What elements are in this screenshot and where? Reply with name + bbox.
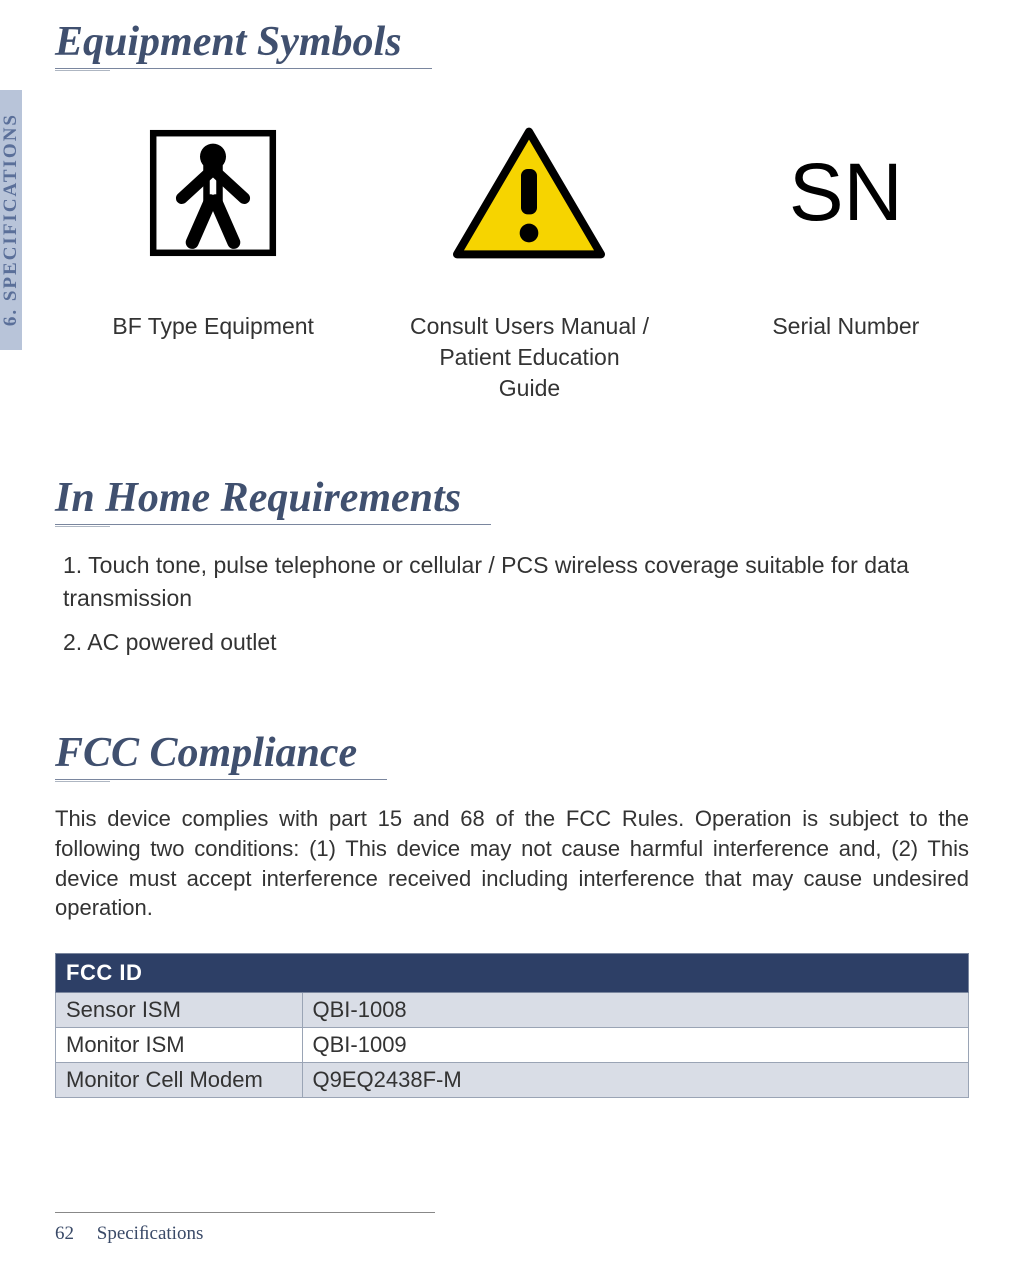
fcc-table-header: FCC ID xyxy=(56,953,969,992)
fcc-row-value: QBI-1008 xyxy=(302,992,969,1027)
table-row: Monitor ISM QBI-1009 xyxy=(56,1027,969,1062)
symbol-consult-manual: Consult Users Manual / Patient Education… xyxy=(406,123,652,404)
table-row: Monitor Cell Modem Q9EQ2438F-M xyxy=(56,1062,969,1097)
symbol-bf-type: BF Type Equipment xyxy=(90,123,336,404)
heading-equipment-symbols: Equipment Symbols xyxy=(55,18,432,69)
fcc-row-name: Monitor Cell Modem xyxy=(56,1062,303,1097)
symbol-bf-label: BF Type Equipment xyxy=(112,311,314,342)
sn-text: SN xyxy=(789,146,903,240)
requirement-item: 2. AC powered outlet xyxy=(63,626,969,659)
table-row: Sensor ISM QBI-1008 xyxy=(56,992,969,1027)
fcc-row-name: Sensor ISM xyxy=(56,992,303,1027)
chapter-tab: 6. SPECIFICATIONS xyxy=(0,90,22,350)
sn-glyph: SN xyxy=(789,123,903,263)
footer-label: Speciﬁcations xyxy=(97,1223,204,1244)
heading-rule-left xyxy=(55,781,110,782)
page-number: 62 xyxy=(55,1223,74,1244)
fcc-id-table: FCC ID Sensor ISM QBI-1008 Monitor ISM Q… xyxy=(55,953,969,1098)
fcc-body-text: This device complies with part 15 and 68… xyxy=(55,804,969,923)
heading-rule-left xyxy=(55,526,110,527)
fcc-row-value: QBI-1009 xyxy=(302,1027,969,1062)
symbol-serial-number: SN Serial Number xyxy=(723,123,969,404)
fcc-row-name: Monitor ISM xyxy=(56,1027,303,1062)
fcc-row-value: Q9EQ2438F-M xyxy=(302,1062,969,1097)
heading-in-home: In Home Requirements xyxy=(55,474,491,525)
section-in-home-requirements: In Home Requirements 1. Touch tone, puls… xyxy=(55,474,969,659)
warning-triangle-icon xyxy=(449,123,609,263)
requirement-item: 1. Touch tone, pulse telephone or cellul… xyxy=(63,549,969,616)
heading-fcc: FCC Compliance xyxy=(55,729,387,780)
chapter-tab-label: 6. SPECIFICATIONS xyxy=(0,113,22,326)
heading-rule-left xyxy=(55,70,110,71)
bf-type-icon xyxy=(148,123,278,263)
symbol-sn-label: Serial Number xyxy=(772,311,919,342)
symbol-manual-label: Consult Users Manual / Patient Education… xyxy=(406,311,652,404)
section-equipment-symbols: Equipment Symbols BF Type Equipment xyxy=(55,18,969,404)
section-fcc-compliance: FCC Compliance This device complies with… xyxy=(55,729,969,1098)
page-footer: 62 Speciﬁcations xyxy=(55,1223,203,1245)
footer-rule xyxy=(55,1212,435,1213)
